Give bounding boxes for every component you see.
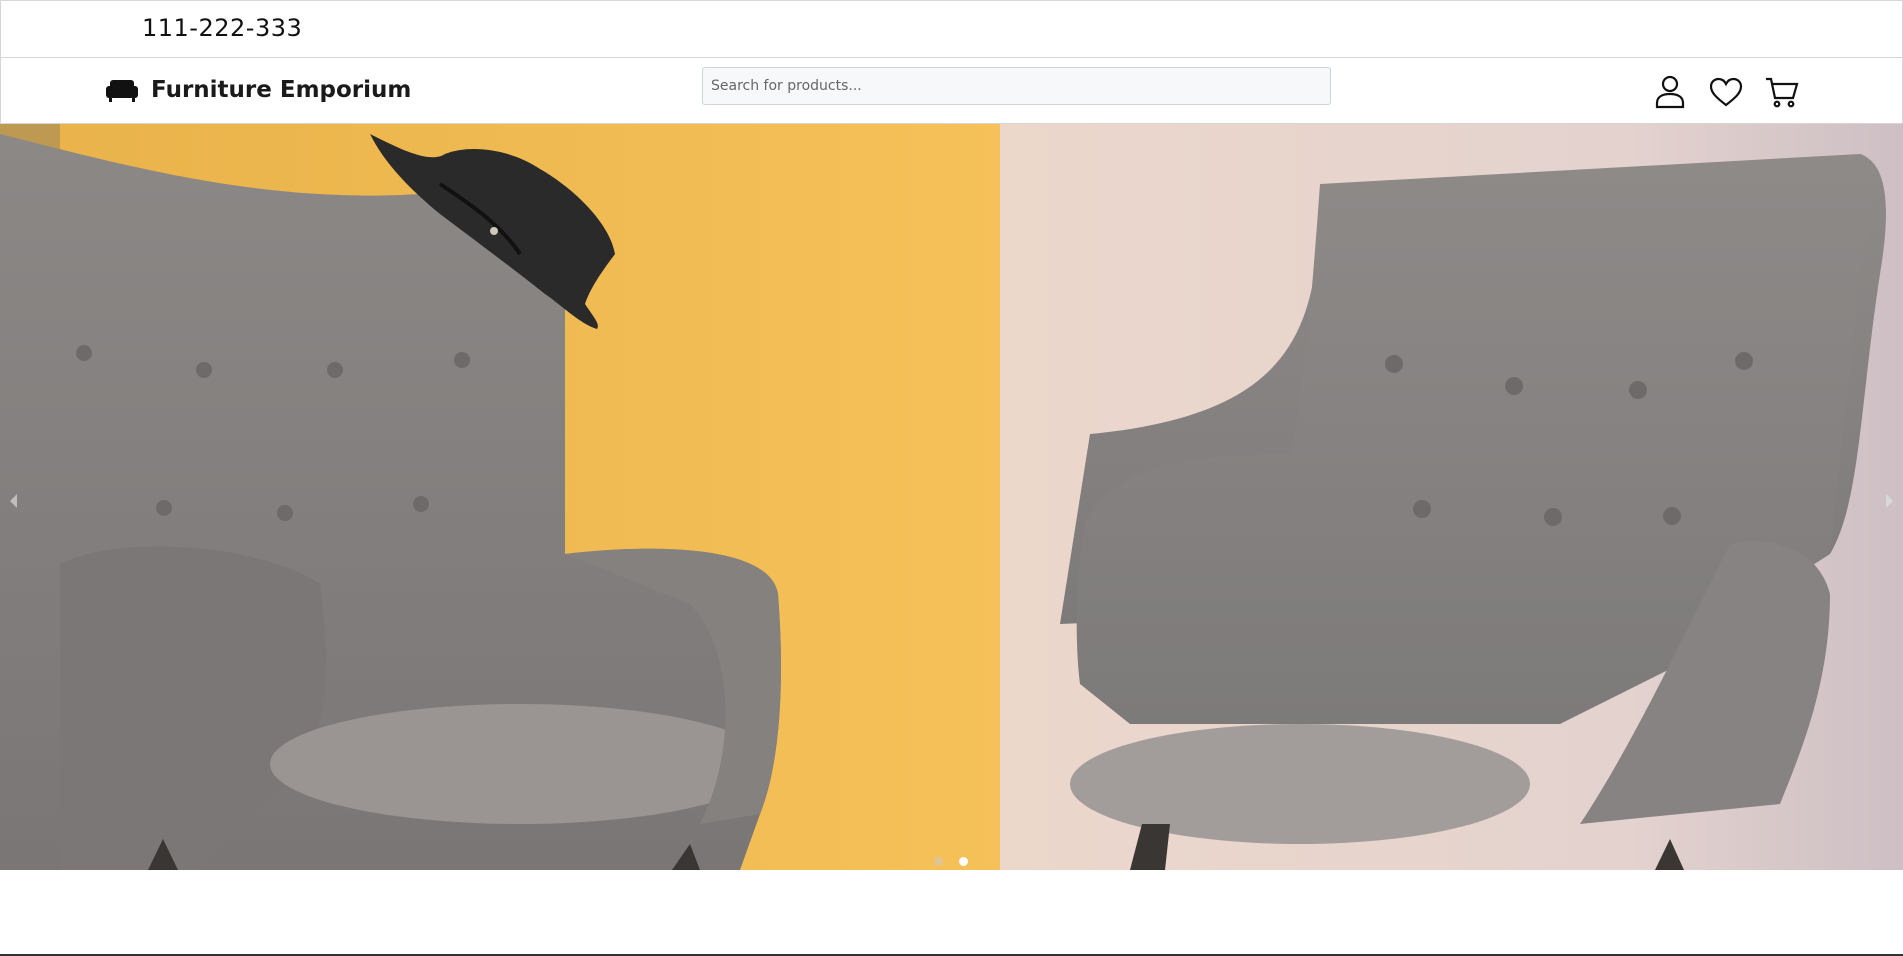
carousel-indicators (934, 857, 968, 866)
brand-name: Furniture Emporium (151, 77, 412, 103)
search-input[interactable] (702, 67, 1331, 105)
hero-carousel[interactable] (0, 124, 1903, 870)
carousel-dot-2[interactable] (959, 857, 968, 866)
cart-icon[interactable] (1765, 74, 1799, 110)
user-icon[interactable] (1653, 74, 1687, 110)
carousel-prev-arrow[interactable] (6, 491, 20, 511)
hero-slide-image (0, 124, 1903, 870)
top-info-bar: 111-222-333 (0, 0, 1903, 58)
carousel-next-arrow[interactable] (1883, 491, 1897, 511)
main-header: Furniture Emporium (0, 57, 1903, 124)
brand-logo-link[interactable]: Furniture Emporium (105, 77, 411, 103)
phone-number: 111-222-333 (142, 14, 303, 42)
carousel-dot-1[interactable] (934, 857, 943, 866)
heart-icon[interactable] (1709, 74, 1743, 110)
sofa-icon (105, 77, 139, 103)
